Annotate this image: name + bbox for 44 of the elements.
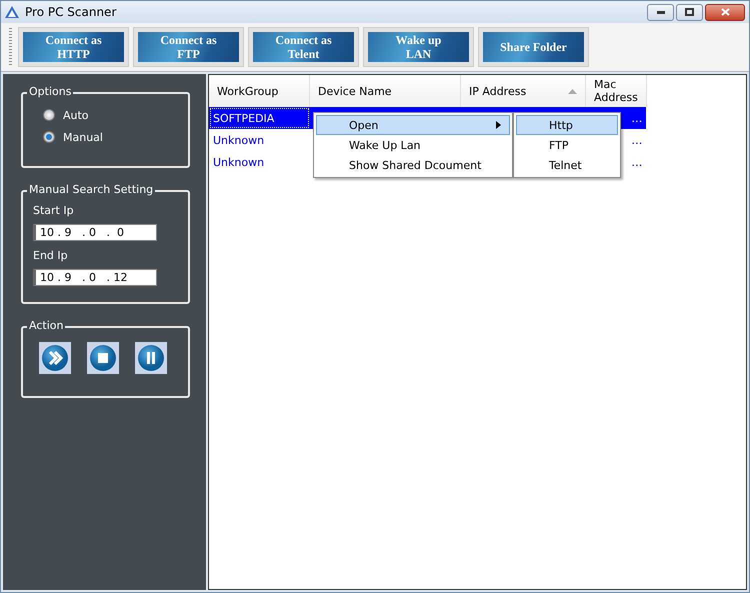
toolbar-button[interactable]: Share Folder: [478, 27, 589, 67]
window-title: Pro PC Scanner: [25, 5, 118, 19]
group-title: Manual Search Setting: [27, 183, 156, 196]
maximize-icon: [685, 8, 694, 16]
group-title: Action: [27, 319, 66, 332]
toolbar-button[interactable]: Wake up LAN: [363, 27, 474, 67]
start-button[interactable]: [39, 342, 71, 374]
radio-button[interactable]: [43, 109, 55, 121]
table-cell: Unknown: [209, 129, 310, 151]
group-title: Options: [27, 85, 74, 98]
ip-address-field[interactable]: 10 . 9 . 0 . 12: [33, 269, 157, 286]
column-header[interactable]: Mac Address: [586, 75, 646, 107]
table-cell-text: Unknown: [212, 154, 266, 170]
field-label: End Ip: [33, 249, 69, 262]
column-header[interactable]: IP Address: [460, 75, 586, 107]
pause-icon: [137, 344, 165, 372]
toolbar-button[interactable]: Connect as HTTP: [18, 27, 129, 67]
sort-ascending-icon: [568, 88, 577, 94]
radio-label: Auto: [63, 108, 89, 122]
close-button[interactable]: [705, 4, 745, 20]
menu-item[interactable]: Show Shared Dcoument: [316, 155, 510, 175]
menu-item[interactable]: Telnet: [516, 155, 618, 175]
field-label: Start Ip: [33, 204, 75, 217]
toolbar-button[interactable]: Connect as Telent: [248, 27, 359, 67]
menu-item[interactable]: Http: [516, 115, 618, 135]
table-cell-text: …: [630, 154, 644, 170]
toolbar-button[interactable]: Connect as FTP: [133, 27, 244, 67]
minimize-button[interactable]: [647, 4, 674, 20]
column-header[interactable]: Device Name: [310, 75, 460, 107]
menu-item[interactable]: Open: [316, 115, 510, 135]
radio-button[interactable]: [43, 131, 55, 143]
pause-button[interactable]: [135, 342, 167, 374]
column-header[interactable]: WorkGroup: [209, 75, 310, 107]
stop-button[interactable]: [87, 342, 119, 374]
maximize-button[interactable]: [676, 4, 703, 20]
app-logo-icon: [5, 6, 19, 18]
minimize-icon: [656, 10, 664, 14]
start-icon: [41, 344, 69, 372]
radio-label: Manual: [63, 130, 103, 144]
table-cell: SOFTPEDIA: [209, 107, 310, 129]
ip-address-field[interactable]: 10 . 9 . 0 . 0: [33, 224, 157, 241]
menu-item[interactable]: Wake Up Lan: [316, 135, 510, 155]
stop-icon: [89, 344, 117, 372]
close-icon: [720, 8, 730, 16]
